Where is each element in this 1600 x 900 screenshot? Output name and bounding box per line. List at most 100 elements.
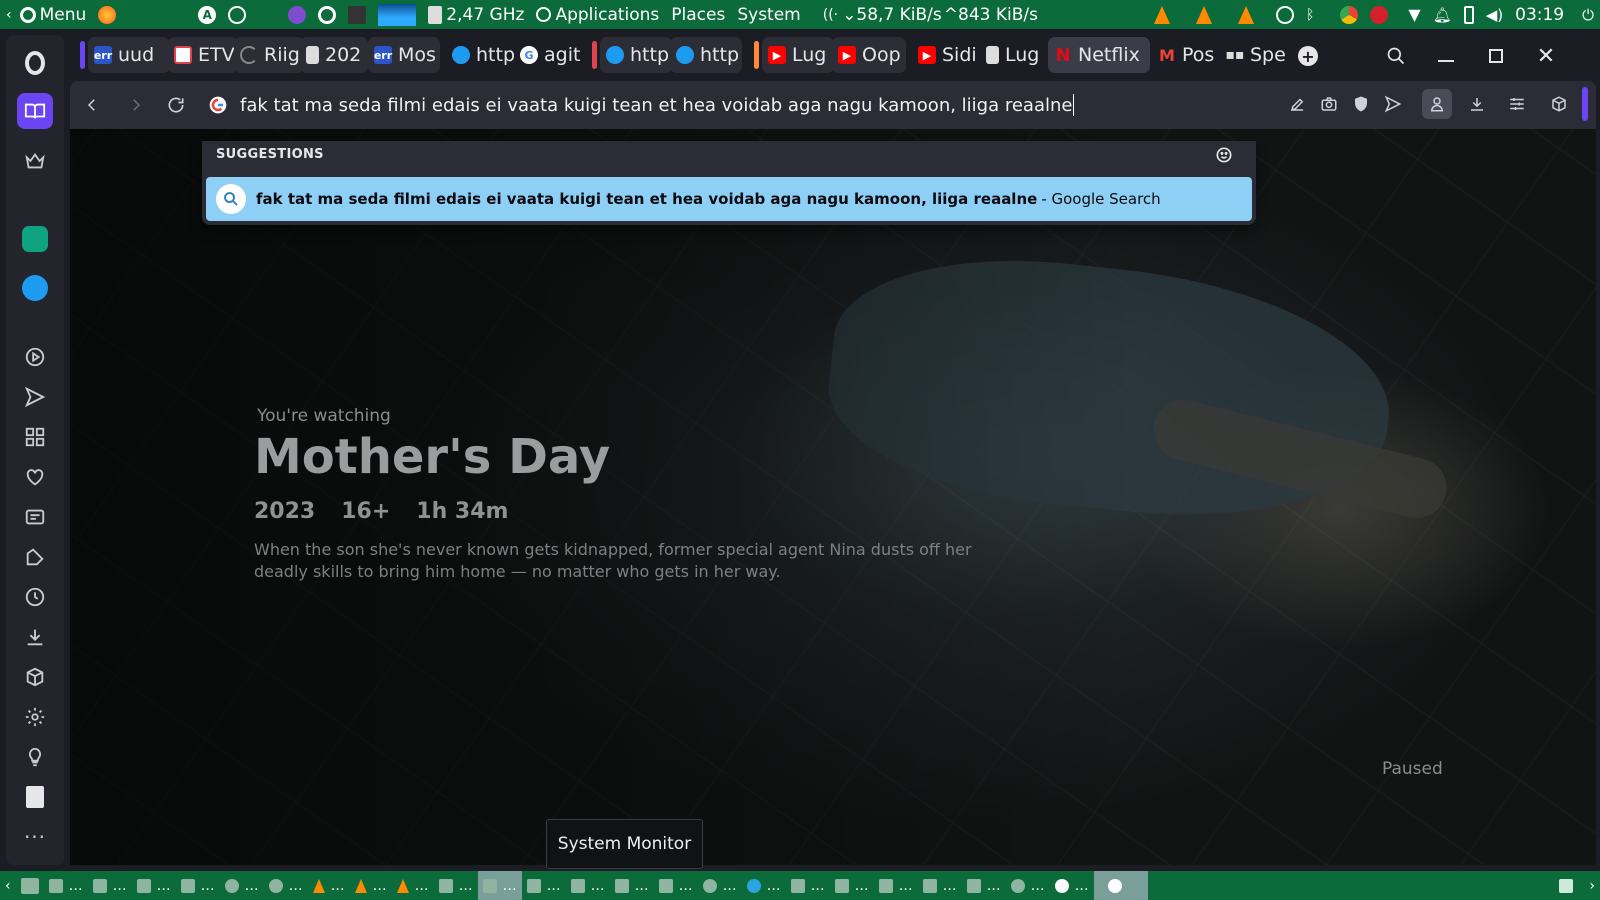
tab[interactable]: http bbox=[600, 37, 672, 73]
minimize-button[interactable] bbox=[1424, 33, 1468, 79]
tab-search-button[interactable] bbox=[1374, 33, 1418, 79]
tab-active[interactable]: N Netflix bbox=[1048, 37, 1150, 73]
sidebar-item-downloads[interactable] bbox=[17, 619, 53, 655]
sidebar-item-player[interactable] bbox=[17, 339, 53, 375]
vlc-applet-2[interactable] bbox=[1190, 0, 1218, 29]
taskbar-scroll-right[interactable]: › bbox=[1584, 871, 1600, 900]
adblock-button[interactable] bbox=[1346, 89, 1376, 119]
profile-button[interactable] bbox=[1422, 89, 1452, 119]
sidebar-item-tips[interactable] bbox=[17, 739, 53, 775]
reload-button[interactable] bbox=[158, 87, 194, 123]
send-to-flow-button[interactable] bbox=[1378, 89, 1408, 119]
tor-applet[interactable] bbox=[282, 0, 312, 29]
sidebar-item-add-panel[interactable] bbox=[17, 779, 53, 815]
firefox-launcher[interactable] bbox=[92, 0, 122, 29]
taskbar-item[interactable]: … bbox=[350, 871, 392, 900]
tab[interactable]: M Pos bbox=[1152, 37, 1220, 73]
taskbar-item[interactable]: … bbox=[1050, 871, 1094, 900]
trash-applet[interactable] bbox=[1554, 871, 1584, 900]
netflix-player[interactable]: You're watching Mother's Day 2023 16+ 1h… bbox=[70, 129, 1596, 865]
taskbar-item[interactable]: … bbox=[698, 871, 742, 900]
taskbar-item[interactable]: … bbox=[874, 871, 918, 900]
address-bar-input[interactable]: fak tat ma seda filmi edais ei vaata kui… bbox=[208, 83, 1238, 127]
taskbar-item[interactable]: … bbox=[88, 871, 132, 900]
bluetooth-applet[interactable]: ᛒ bbox=[1300, 0, 1320, 29]
sidebar-item-workspaces[interactable] bbox=[17, 93, 53, 129]
taskbar-item[interactable]: … bbox=[742, 871, 786, 900]
sidebar-item-tabs[interactable] bbox=[17, 499, 53, 535]
volume-applet[interactable]: ◀︎) bbox=[1480, 0, 1509, 29]
new-tab-button[interactable]: + bbox=[1292, 33, 1324, 79]
cpu-graph[interactable] bbox=[372, 0, 422, 29]
opera-menu-button[interactable] bbox=[17, 45, 53, 81]
accessibility-applet[interactable]: A bbox=[192, 0, 222, 29]
sidebar-toggle-indicator[interactable] bbox=[1582, 87, 1588, 121]
share-button[interactable] bbox=[1282, 89, 1312, 119]
battery-applet[interactable] bbox=[1458, 0, 1480, 29]
sidebar-item-chatgpt[interactable] bbox=[17, 221, 53, 257]
sidebar-item-speed-dial[interactable] bbox=[17, 419, 53, 455]
tab[interactable]: Riig bbox=[234, 37, 304, 73]
taskbar-item-system-monitor[interactable]: … bbox=[477, 871, 522, 900]
taskbar-item[interactable]: … bbox=[786, 871, 830, 900]
tab[interactable]: http bbox=[446, 37, 518, 73]
tab[interactable]: http bbox=[670, 37, 742, 73]
snapshot-button[interactable] bbox=[1314, 89, 1344, 119]
tab[interactable]: 202 bbox=[300, 37, 368, 73]
tab[interactable]: ETV bbox=[168, 37, 238, 73]
wifi-status[interactable]: ▼ bbox=[1402, 0, 1426, 29]
cpu-freq-applet[interactable]: 2,47 GHz bbox=[422, 0, 530, 29]
tab[interactable]: ▶ Oop bbox=[832, 37, 906, 73]
chrome-applet[interactable] bbox=[1334, 0, 1364, 29]
menu-button[interactable]: ‹ Menu bbox=[0, 0, 92, 29]
vlc-applet-3[interactable] bbox=[1232, 0, 1260, 29]
opera-launcher[interactable] bbox=[312, 0, 342, 29]
taskbar-item[interactable]: … bbox=[434, 871, 478, 900]
network-applet[interactable]: ((· ⌄ 58,7 KiB/s ^ 843 KiB/s bbox=[817, 0, 1044, 29]
emoji-button[interactable] bbox=[1214, 145, 1234, 165]
sidebar-item-bookmarks[interactable] bbox=[17, 459, 53, 495]
tab[interactable]: ▶ Lug bbox=[762, 37, 834, 73]
sidebar-item-extensions[interactable] bbox=[17, 659, 53, 695]
taskbar-item[interactable]: … bbox=[654, 871, 698, 900]
taskbar-item[interactable]: … bbox=[610, 871, 654, 900]
tab[interactable]: Gagit bbox=[514, 37, 586, 73]
taskbar-item[interactable]: … bbox=[308, 871, 350, 900]
tab[interactable]: ▶ Sidi bbox=[912, 37, 980, 73]
sidebar-item-settings[interactable] bbox=[17, 699, 53, 735]
record-applet[interactable] bbox=[1364, 0, 1394, 29]
tab[interactable]: err uud bbox=[88, 37, 170, 73]
taskbar-item[interactable]: … bbox=[522, 871, 566, 900]
settings-applet[interactable] bbox=[222, 0, 252, 29]
taskbar-item[interactable]: … bbox=[566, 871, 610, 900]
notifications-applet[interactable]: 🔔︎ bbox=[1427, 0, 1458, 29]
places-menu[interactable]: Places bbox=[665, 0, 731, 29]
back-button[interactable] bbox=[74, 87, 110, 123]
sidebar-item-history[interactable] bbox=[17, 579, 53, 615]
close-window-button[interactable]: ✕ bbox=[1524, 33, 1568, 79]
suggestion-item[interactable]: fak tat ma seda filmi edais ei vaata kui… bbox=[206, 177, 1252, 221]
taskbar-item[interactable]: … bbox=[264, 871, 308, 900]
show-desktop-button[interactable] bbox=[16, 871, 44, 900]
taskbar-item[interactable]: … bbox=[176, 871, 220, 900]
taskbar-item[interactable]: … bbox=[220, 871, 264, 900]
power-applet[interactable]: ⏻ bbox=[1576, 0, 1600, 29]
xbox-applet[interactable] bbox=[1270, 0, 1300, 29]
tab[interactable]: Lug bbox=[980, 37, 1044, 73]
extensions-button[interactable] bbox=[1544, 89, 1574, 119]
downloads-button[interactable] bbox=[1462, 89, 1492, 119]
taskbar-item[interactable]: … bbox=[830, 871, 874, 900]
forward-button[interactable] bbox=[118, 87, 154, 123]
tab[interactable]: ▪▪ Spe bbox=[1220, 37, 1288, 73]
clock-applet[interactable]: 03:19 bbox=[1509, 0, 1570, 29]
sidebar-item-flow[interactable] bbox=[17, 379, 53, 415]
tab[interactable]: err Mos bbox=[368, 37, 440, 73]
sidebar-item-pinboards[interactable] bbox=[17, 539, 53, 575]
sidebar-item-twitter[interactable] bbox=[17, 270, 53, 306]
restore-button[interactable] bbox=[1474, 33, 1518, 79]
taskbar-item[interactable]: … bbox=[392, 871, 434, 900]
taskbar-item-opera-active[interactable] bbox=[1093, 871, 1148, 900]
applications-menu[interactable]: Applications bbox=[530, 0, 665, 29]
easy-setup-button[interactable] bbox=[1502, 89, 1532, 119]
taskbar-scroll-left[interactable]: ‹ bbox=[0, 871, 16, 900]
